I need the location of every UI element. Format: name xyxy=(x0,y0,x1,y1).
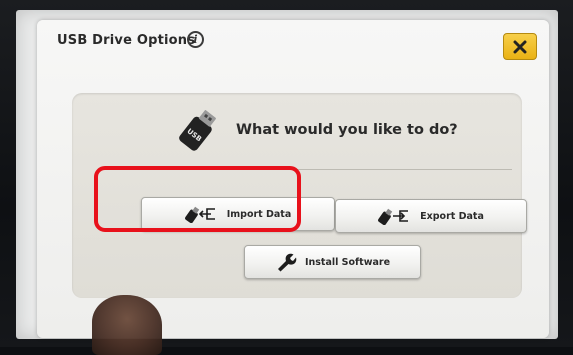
import-data-highlight xyxy=(94,166,301,232)
wrench-icon xyxy=(275,252,297,272)
info-icon[interactable]: i xyxy=(187,31,204,48)
dialog-title: USB Drive Options xyxy=(57,33,196,48)
finger xyxy=(92,295,162,355)
close-button[interactable] xyxy=(503,33,537,60)
question-text: What would you like to do? xyxy=(236,122,458,138)
close-icon xyxy=(513,40,527,53)
install-software-button[interactable]: Install Software xyxy=(244,245,421,279)
export-data-button[interactable]: Export Data xyxy=(335,199,527,233)
install-software-label: Install Software xyxy=(304,256,391,268)
export-data-label: Export Data xyxy=(420,210,484,222)
usb-drive-icon: USB xyxy=(172,108,228,168)
usb-export-icon xyxy=(378,207,412,225)
